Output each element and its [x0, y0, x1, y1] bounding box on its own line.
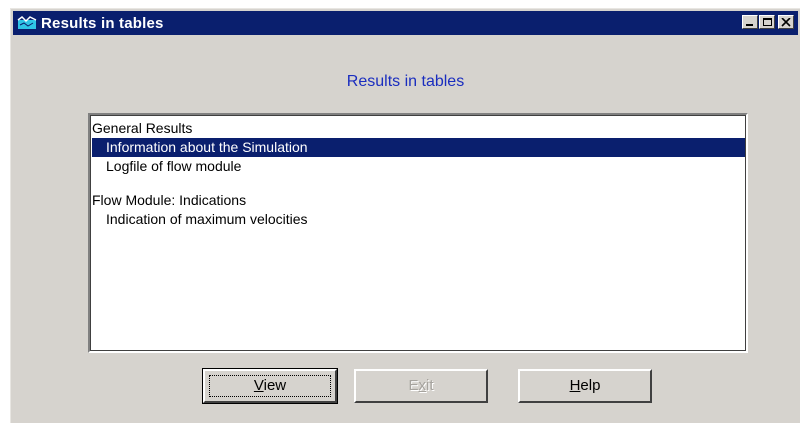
- exit-mnemonic: x: [418, 377, 427, 394]
- app-icon[interactable]: [17, 16, 37, 30]
- exit-label-rest: it: [426, 377, 434, 394]
- exit-label-first: E: [408, 377, 419, 394]
- view-button[interactable]: View: [202, 368, 338, 404]
- close-button[interactable]: [778, 15, 794, 29]
- focus-rect: [209, 375, 331, 397]
- list-item-simulation-info[interactable]: Information about the Simulation: [92, 138, 746, 157]
- help-label-rest: elp: [580, 377, 601, 394]
- list-item-blank[interactable]: [92, 176, 746, 191]
- results-window: Results in tables Results in tables Gene…: [10, 8, 800, 423]
- minimize-icon: [746, 24, 753, 26]
- title-bar[interactable]: Results in tables: [13, 11, 798, 35]
- maximize-icon: [763, 18, 772, 26]
- help-button[interactable]: Help: [518, 369, 652, 403]
- window-title: Results in tables: [41, 14, 164, 32]
- window-controls: [741, 15, 794, 29]
- list-item-flow-indications[interactable]: Flow Module: Indications: [92, 191, 746, 210]
- page-heading: Results in tables: [346, 73, 465, 90]
- help-mnemonic: H: [569, 377, 581, 394]
- maximize-button[interactable]: [759, 15, 775, 29]
- list-item-max-velocities[interactable]: Indication of maximum velocities: [92, 210, 746, 229]
- close-icon: [781, 18, 791, 27]
- list-item-general-results[interactable]: General Results: [92, 119, 746, 138]
- list-item-flow-logfile[interactable]: Logfile of flow module: [92, 157, 746, 176]
- exit-button[interactable]: Exit: [354, 369, 488, 403]
- minimize-button[interactable]: [742, 15, 758, 29]
- results-listbox[interactable]: General Results Information about the Si…: [88, 113, 748, 353]
